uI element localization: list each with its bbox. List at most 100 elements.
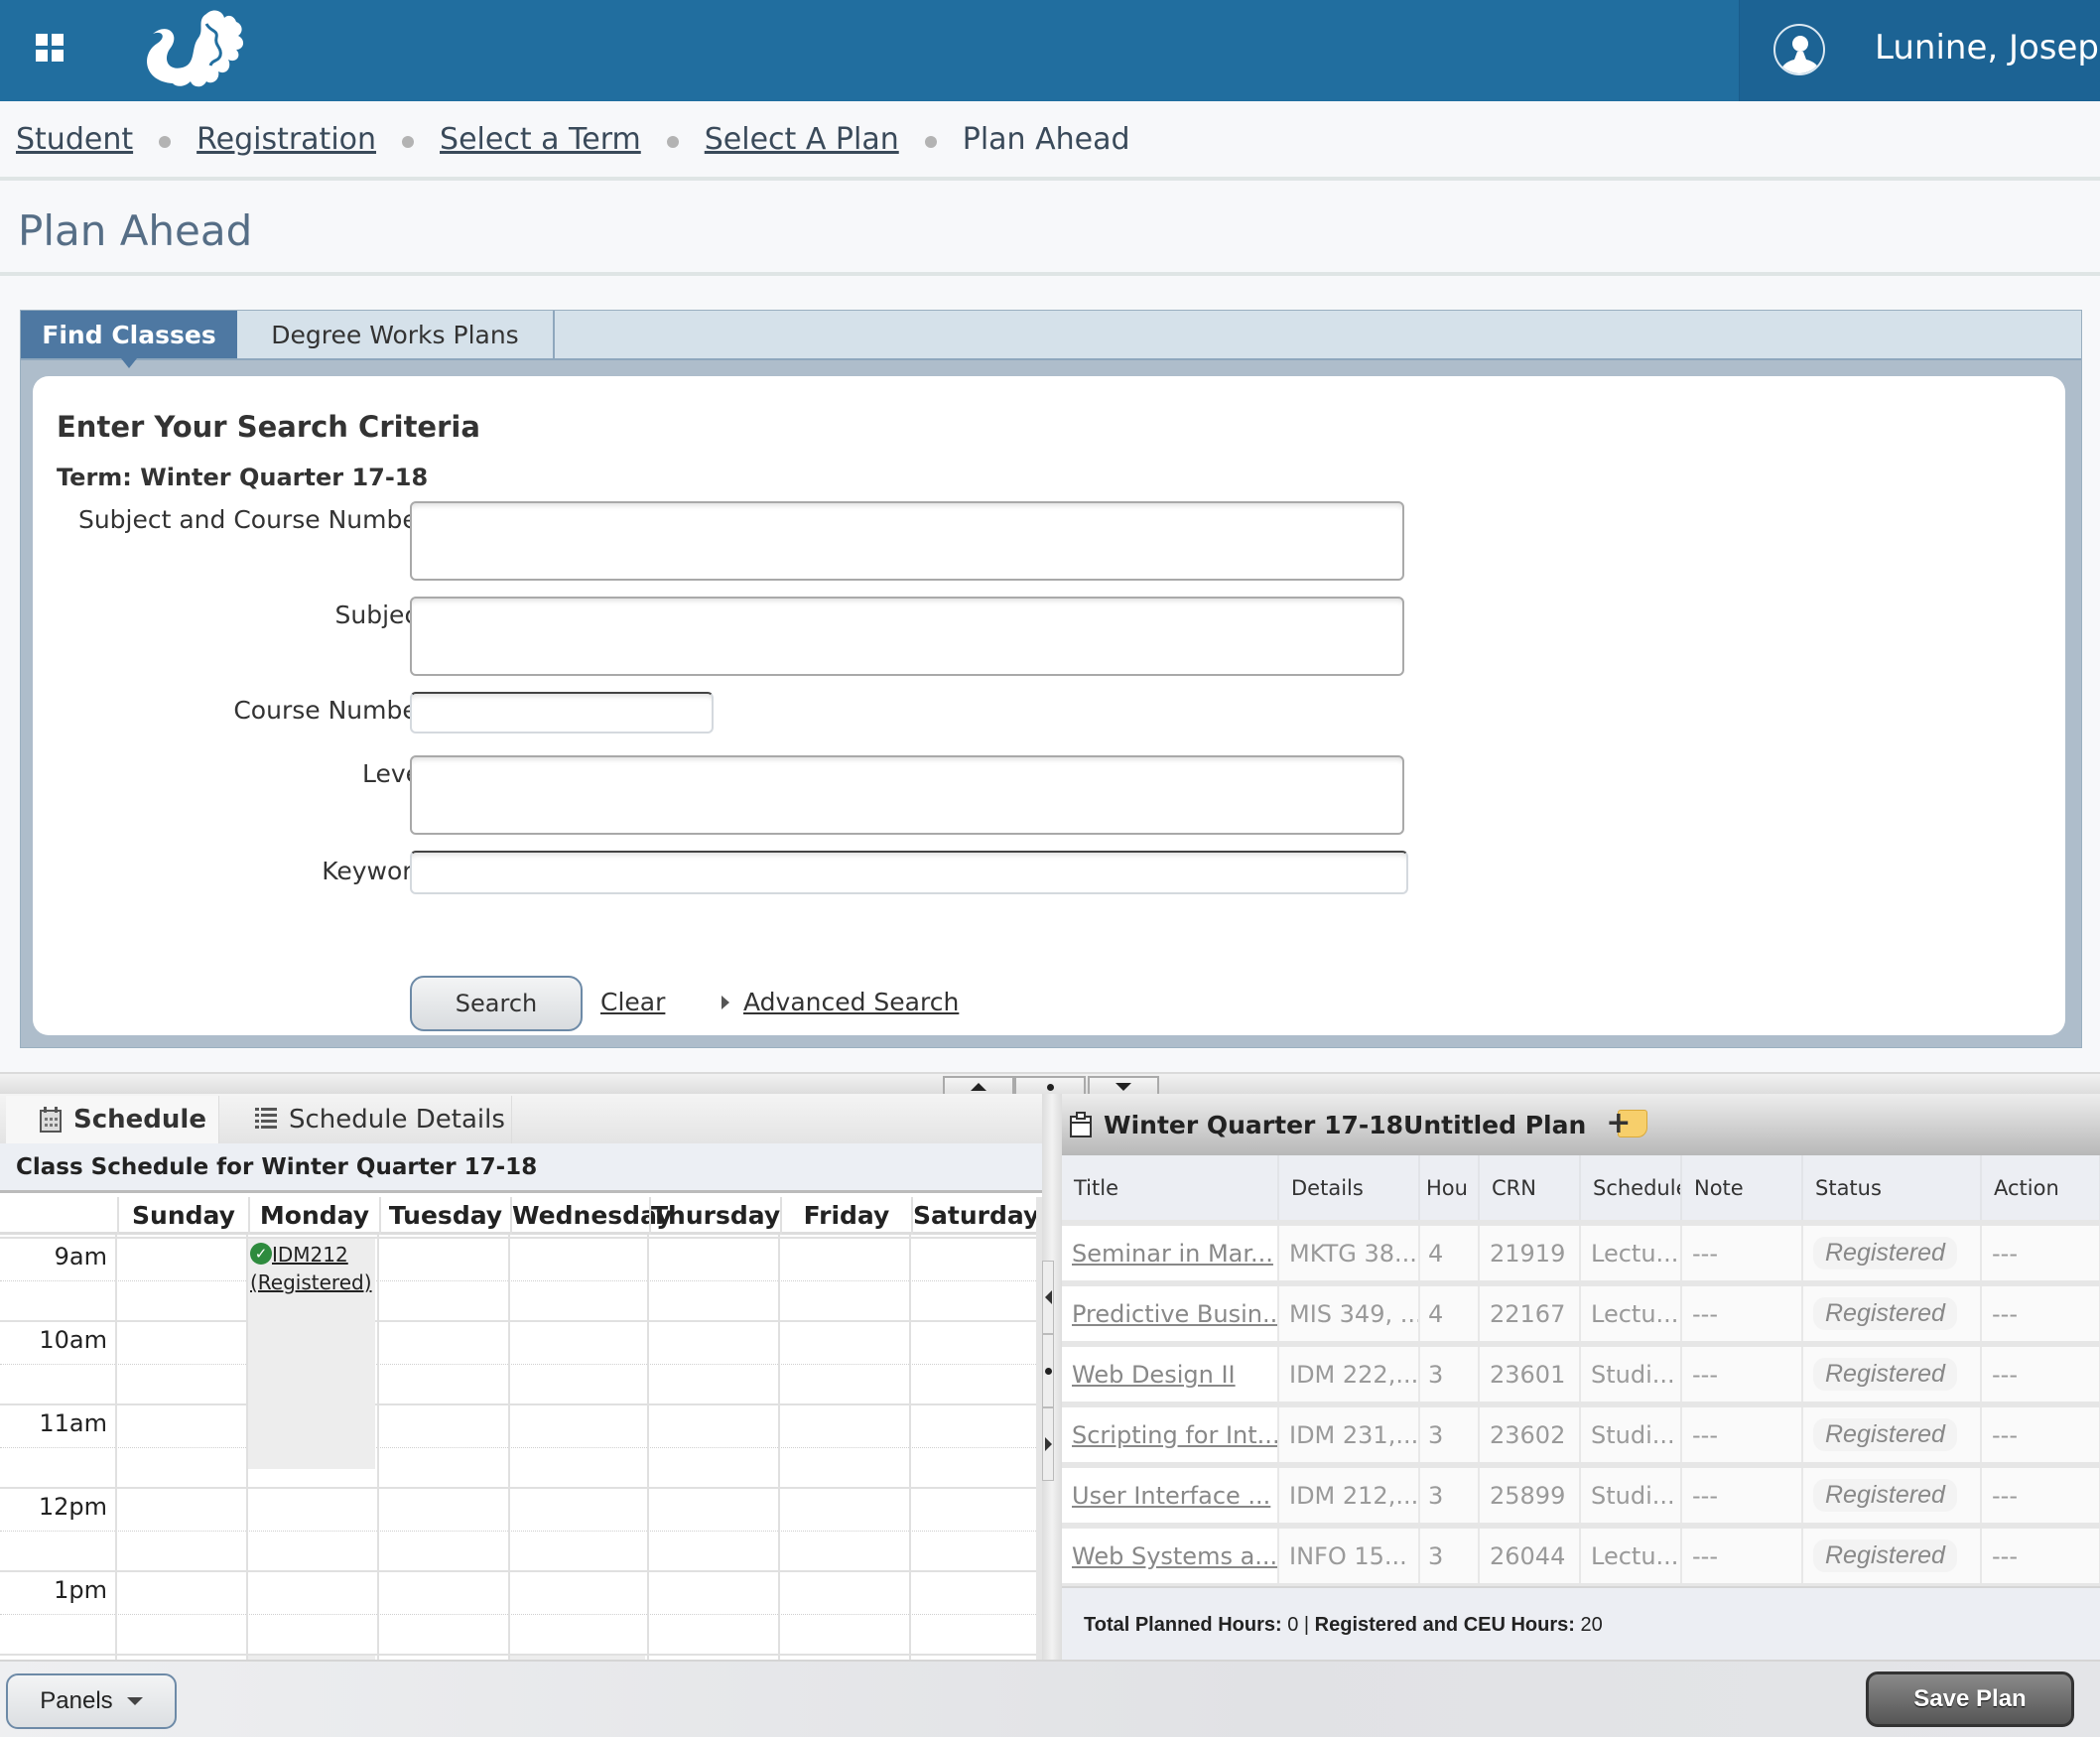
- day-header-tuesday: Tuesday: [379, 1197, 510, 1235]
- search-heading: Enter Your Search Criteria: [57, 410, 480, 444]
- cell-schedule: Lectu...: [1580, 1220, 1682, 1283]
- breadcrumb-student[interactable]: Student: [16, 122, 133, 157]
- breadcrumb-registration[interactable]: Registration: [197, 122, 376, 157]
- column-header-title[interactable]: Title: [1062, 1155, 1279, 1223]
- advanced-search-link[interactable]: Advanced Search: [743, 988, 959, 1016]
- course-title-link[interactable]: Web Design II: [1072, 1361, 1236, 1389]
- search-button[interactable]: Search: [410, 976, 583, 1031]
- panels-label: Panels: [40, 1687, 113, 1714]
- subject-course-number-input[interactable]: [410, 501, 1404, 581]
- cell-status: Registered: [1802, 1462, 1982, 1526]
- day-header-saturday: Saturday: [911, 1197, 1039, 1235]
- clipboard-icon: [1070, 1112, 1092, 1137]
- cell-details: IDM 231,...: [1278, 1402, 1420, 1465]
- column-header-crn[interactable]: CRN: [1479, 1155, 1581, 1223]
- tab-schedule-details[interactable]: Schedule Details: [218, 1096, 512, 1143]
- cell-hours: 3: [1419, 1402, 1480, 1465]
- status-badge: Registered: [1813, 1358, 1957, 1391]
- calendar-row-9am: 9am: [0, 1237, 1036, 1320]
- plan-table-row[interactable]: User Interface ... IDM 212,... 3 25899 Studi…: [1062, 1462, 2100, 1526]
- cell-title[interactable]: Seminar in Mar...: [1062, 1220, 1279, 1283]
- schedule-title: Class Schedule for Winter Quarter 17-18: [0, 1143, 1042, 1193]
- clear-link[interactable]: Clear: [600, 988, 665, 1016]
- user-avatar-icon: [1773, 24, 1825, 75]
- splitter-down-button[interactable]: [1088, 1076, 1159, 1096]
- event-course-link[interactable]: IDM212: [272, 1243, 348, 1267]
- calendar-row-11am: 11am: [0, 1403, 1036, 1487]
- vertical-splitter[interactable]: [1042, 1094, 1062, 1660]
- day-header-sunday: Sunday: [117, 1197, 248, 1235]
- breadcrumb-select-term[interactable]: Select a Term: [440, 122, 641, 157]
- tab-degree-works-plans[interactable]: Degree Works Plans: [237, 311, 555, 358]
- plan-table-row[interactable]: Web Systems a... INFO 15... 3 26044 Lectu...…: [1062, 1523, 2100, 1586]
- day-header-friday: Friday: [780, 1197, 911, 1235]
- splitter-right-button[interactable]: [1042, 1407, 1054, 1481]
- cell-status: Registered: [1802, 1280, 1982, 1344]
- course-number-input[interactable]: [410, 692, 714, 734]
- plan-table-row[interactable]: Web Design II IDM 222,... 3 23601 Studi... --…: [1062, 1341, 2100, 1404]
- breadcrumb-select-plan[interactable]: Select A Plan: [705, 122, 899, 157]
- course-title-link[interactable]: Scripting for Int...: [1072, 1421, 1276, 1449]
- plan-table-row[interactable]: Seminar in Mar... MKTG 38... 4 21919 Lectu..…: [1062, 1220, 2100, 1283]
- save-plan-button[interactable]: Save Plan: [1866, 1671, 2074, 1727]
- calendar-row-12pm: 12pm: [0, 1487, 1036, 1570]
- course-title-link[interactable]: User Interface ...: [1072, 1482, 1270, 1510]
- apps-grid-icon[interactable]: [36, 34, 66, 64]
- day-header-thursday: Thursday: [649, 1197, 780, 1235]
- cell-title[interactable]: Scripting for Int...: [1062, 1402, 1279, 1465]
- column-header-details[interactable]: Details: [1278, 1155, 1420, 1223]
- registered-hours-label: Registered and CEU Hours:: [1314, 1614, 1575, 1636]
- cell-title[interactable]: Predictive Busin...: [1062, 1280, 1279, 1344]
- column-header-schedule[interactable]: Schedule: [1580, 1155, 1682, 1223]
- arrow-right-icon: [1044, 1437, 1052, 1451]
- splitter-up-button[interactable]: [943, 1076, 1014, 1096]
- event-status-link[interactable]: (Registered): [250, 1270, 372, 1294]
- status-badge: Registered: [1813, 1237, 1957, 1269]
- user-menu[interactable]: Lunine, Joseph: [1739, 0, 2100, 101]
- cell-note: ---: [1681, 1280, 1803, 1344]
- column-header-action[interactable]: Action: [1981, 1155, 2100, 1223]
- level-input[interactable]: [410, 755, 1404, 835]
- plan-table-row[interactable]: Scripting for Int... IDM 231,... 3 23602 Stu…: [1062, 1402, 2100, 1465]
- cell-schedule: Studi...: [1580, 1341, 1682, 1404]
- splitter-left-button[interactable]: [1042, 1261, 1054, 1334]
- cell-title[interactable]: User Interface ...: [1062, 1462, 1279, 1526]
- column-header-note[interactable]: Note: [1681, 1155, 1803, 1223]
- cell-details: INFO 15...: [1278, 1523, 1420, 1586]
- course-title-link[interactable]: Web Systems a...: [1072, 1542, 1276, 1570]
- column-header-status[interactable]: Status: [1802, 1155, 1982, 1223]
- course-title-link[interactable]: Seminar in Mar...: [1072, 1240, 1273, 1268]
- check-circle-icon: ✓: [250, 1243, 272, 1265]
- add-note-icon[interactable]: +: [1606, 1106, 1649, 1140]
- panels-dropdown-button[interactable]: Panels: [6, 1673, 177, 1729]
- cell-hours: 4: [1419, 1220, 1480, 1283]
- user-name[interactable]: Lunine, Joseph: [1875, 28, 2100, 67]
- course-title-link[interactable]: Predictive Busin...: [1072, 1300, 1276, 1328]
- planned-hours-value: 0: [1287, 1614, 1299, 1636]
- tab-schedule[interactable]: Schedule: [6, 1096, 218, 1143]
- dragon-logo[interactable]: [133, 4, 262, 93]
- calendar-event[interactable]: ✓ IDM212 (Registered): [248, 1239, 375, 1469]
- cell-note: ---: [1681, 1220, 1803, 1283]
- arrow-left-icon: [1044, 1290, 1052, 1304]
- plan-hours-summary: Total Planned Hours: 0 | Registered and …: [1062, 1586, 2100, 1660]
- cell-title[interactable]: Web Systems a...: [1062, 1523, 1279, 1586]
- splitter-center-button[interactable]: [1014, 1076, 1086, 1096]
- horizontal-splitter[interactable]: [0, 1072, 2100, 1096]
- schedule-panel: Schedule Schedule Details Class Schedule…: [0, 1094, 1042, 1660]
- plan-panel: Winter Quarter 17-18Untitled Plan + Titl…: [1062, 1094, 2100, 1660]
- column-header-hours[interactable]: Hou: [1419, 1155, 1480, 1223]
- subject-input[interactable]: [410, 597, 1404, 676]
- splitter-middle-button[interactable]: [1042, 1334, 1054, 1407]
- cell-title[interactable]: Web Design II: [1062, 1341, 1279, 1404]
- cell-schedule: Lectu...: [1580, 1523, 1682, 1586]
- caret-right-icon[interactable]: [722, 996, 729, 1009]
- tab-find-classes[interactable]: Find Classes: [21, 311, 237, 368]
- keyword-input[interactable]: [410, 851, 1408, 894]
- plan-table-row[interactable]: Predictive Busin... MIS 349, ... 4 22167 Lec…: [1062, 1280, 2100, 1344]
- cell-hours: 3: [1419, 1523, 1480, 1586]
- plan-table-header: Title Details Hou CRN Schedule Note Stat…: [1062, 1155, 2100, 1223]
- tab-schedule-label: Schedule: [73, 1105, 206, 1135]
- footer-bar: Panels Save Plan: [0, 1660, 2100, 1737]
- cell-action: ---: [1981, 1523, 2100, 1586]
